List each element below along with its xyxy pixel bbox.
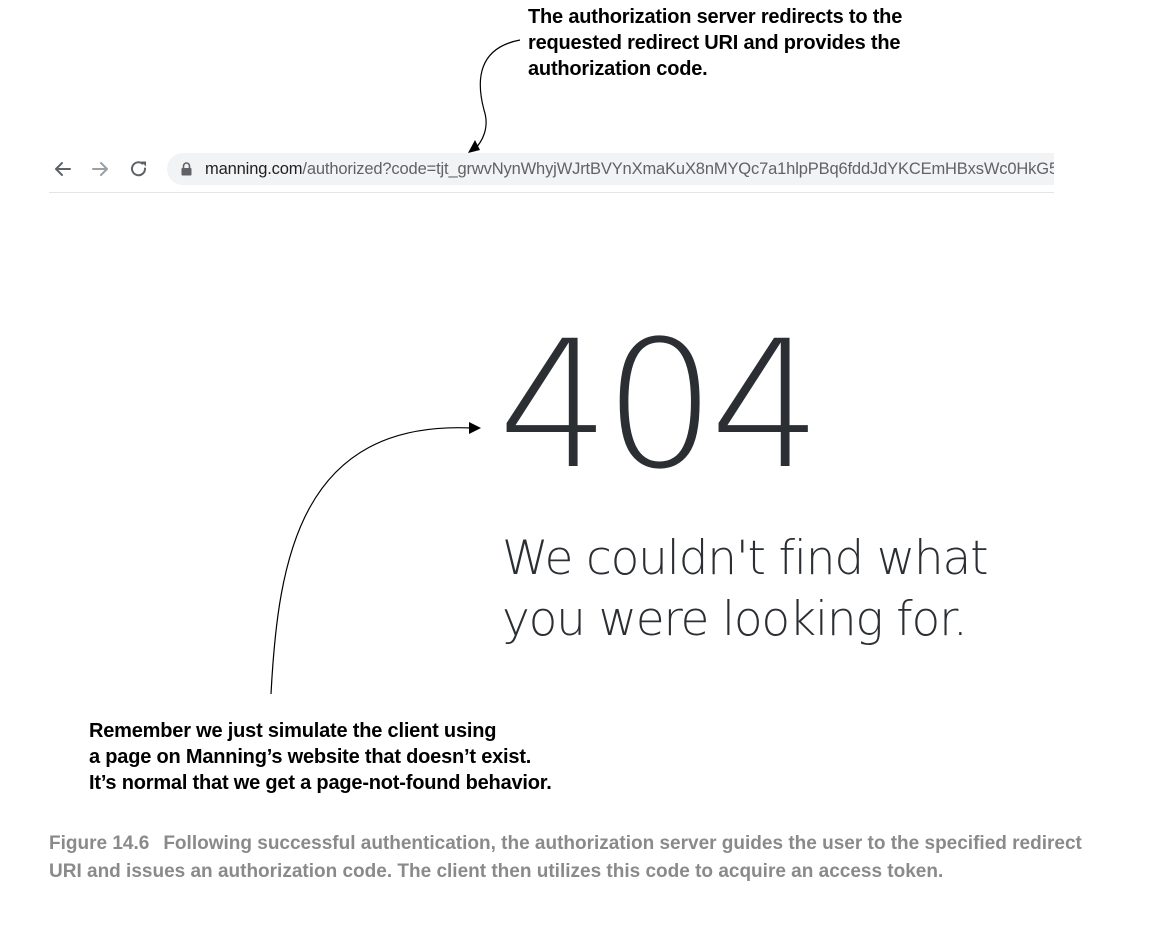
annotation-simulation-note: Remember we just simulate the client usi… xyxy=(89,718,552,796)
figure-label: Figure 14.6 xyxy=(49,833,150,854)
annotation-line: Remember we just simulate the client usi… xyxy=(89,720,497,742)
annotation-line: a page on Manning’s website that doesn’t… xyxy=(89,746,532,768)
arrow-to-url xyxy=(468,39,521,153)
annotation-line: It’s normal that we get a page-not-found… xyxy=(89,772,552,794)
caption-text: Following successful authentication, the… xyxy=(49,833,1082,882)
arrow-to-404 xyxy=(270,422,481,695)
figure-caption: Figure 14.6 Following successful authenti… xyxy=(49,830,1109,886)
